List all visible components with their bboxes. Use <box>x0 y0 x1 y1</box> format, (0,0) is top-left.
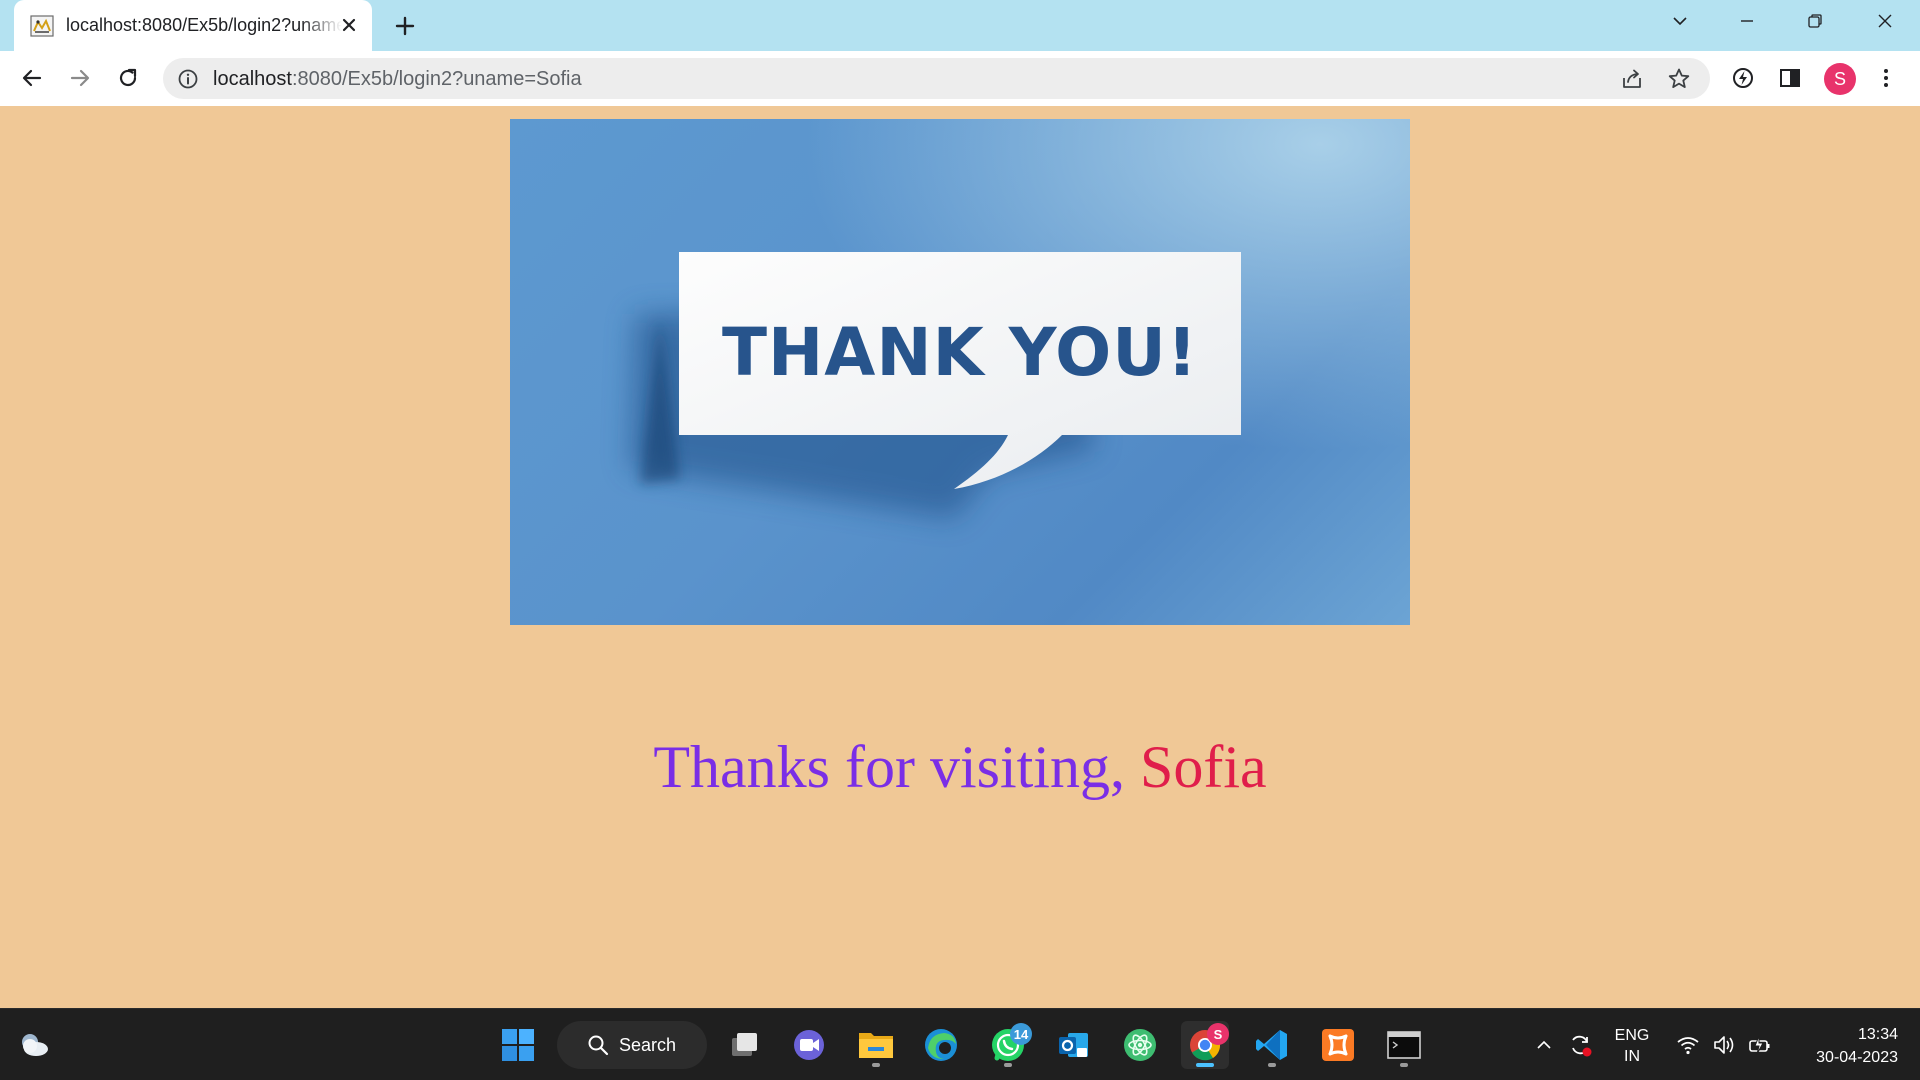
address-path: :8080/Ex5b/login2?uname=Sofia <box>291 68 582 90</box>
site-info-icon[interactable] <box>177 68 199 90</box>
running-indicator <box>1268 1063 1276 1067</box>
thanks-prefix: Thanks for visiting, <box>653 734 1140 800</box>
battery-charging-icon[interactable] <box>1746 1031 1774 1059</box>
minimize-icon[interactable] <box>1717 0 1777 42</box>
show-hidden-icons-chevron-icon[interactable] <box>1530 1031 1558 1059</box>
chrome-icon[interactable]: S <box>1181 1021 1229 1069</box>
sync-alert-icon[interactable] <box>1566 1031 1594 1059</box>
system-clock[interactable]: 13:34 30-04-2023 <box>1788 1023 1898 1069</box>
active-indicator <box>1196 1063 1214 1067</box>
tab-search-chevron-icon[interactable] <box>1650 0 1710 42</box>
clock-date: 30-04-2023 <box>1816 1049 1898 1066</box>
share-icon[interactable] <box>1619 66 1645 92</box>
restore-icon[interactable] <box>1785 0 1845 42</box>
bookmark-star-icon[interactable] <box>1666 66 1692 92</box>
forward-arrow-icon[interactable] <box>62 60 98 96</box>
language-code: ENG <box>1614 1027 1650 1044</box>
thank-you-image: THANK YOU! <box>510 119 1410 625</box>
search-icon <box>587 1034 609 1061</box>
running-indicator <box>1400 1063 1408 1067</box>
tab-strip: localhost:8080/Ex5b/login2?uname=Sofia <box>0 0 1920 51</box>
weather-widget-icon[interactable] <box>10 1021 58 1069</box>
volume-icon[interactable] <box>1710 1031 1738 1059</box>
search-label: Search <box>619 1035 677 1055</box>
close-tab-icon[interactable] <box>336 12 362 38</box>
back-arrow-icon[interactable] <box>14 60 50 96</box>
address-url: localhost:8080/Ex5b/login2?uname=Sofia <box>213 68 582 91</box>
taskbar-search[interactable]: Search <box>557 1021 707 1069</box>
extensions-icon[interactable] <box>1725 60 1761 96</box>
clock-time: 13:34 <box>1857 1026 1898 1043</box>
running-indicator <box>872 1063 880 1067</box>
windows-taskbar: Search 14 S ENG IN 13:34 30-04-2023 <box>0 1008 1920 1080</box>
close-window-icon[interactable] <box>1855 0 1915 42</box>
tomcat-favicon-icon <box>30 14 54 38</box>
more-menu-icon[interactable] <box>1868 60 1904 96</box>
browser-toolbar: localhost:8080/Ex5b/login2?uname=Sofia S <box>0 51 1920 106</box>
windows-start-icon[interactable] <box>494 1021 542 1069</box>
task-view-icon[interactable] <box>720 1021 768 1069</box>
atom-editor-icon[interactable] <box>1116 1021 1164 1069</box>
xampp-icon[interactable] <box>1314 1021 1362 1069</box>
notification-badge: 14 <box>1010 1023 1032 1045</box>
address-host: localhost <box>213 68 292 90</box>
file-explorer-icon[interactable] <box>852 1021 900 1069</box>
side-panel-icon[interactable] <box>1772 60 1808 96</box>
outlook-icon[interactable] <box>1050 1021 1098 1069</box>
running-indicator <box>1004 1063 1012 1067</box>
whatsapp-icon[interactable]: 14 <box>984 1021 1032 1069</box>
svg-text:THANK YOU!: THANK YOU! <box>722 314 1198 391</box>
profile-avatar[interactable]: S <box>1824 63 1856 95</box>
thanks-message: Thanks for visiting, Sofia <box>0 733 1920 802</box>
browser-tab[interactable]: localhost:8080/Ex5b/login2?uname=Sofia <box>14 0 372 51</box>
reload-icon[interactable] <box>110 60 146 96</box>
username-text: Sofia <box>1139 734 1267 800</box>
wifi-icon[interactable] <box>1674 1031 1702 1059</box>
edge-browser-icon[interactable] <box>917 1021 965 1069</box>
input-language[interactable]: ENG IN <box>1610 1025 1654 1067</box>
new-tab-icon[interactable] <box>390 11 420 41</box>
vscode-icon[interactable] <box>1248 1021 1296 1069</box>
tab-title: localhost:8080/Ex5b/login2?uname=Sofia <box>66 15 342 35</box>
teams-chat-icon[interactable] <box>785 1021 833 1069</box>
chrome-profile-badge: S <box>1207 1023 1229 1045</box>
address-bar[interactable]: localhost:8080/Ex5b/login2?uname=Sofia <box>163 58 1710 99</box>
terminal-icon[interactable] <box>1380 1021 1428 1069</box>
language-region: IN <box>1624 1048 1640 1065</box>
